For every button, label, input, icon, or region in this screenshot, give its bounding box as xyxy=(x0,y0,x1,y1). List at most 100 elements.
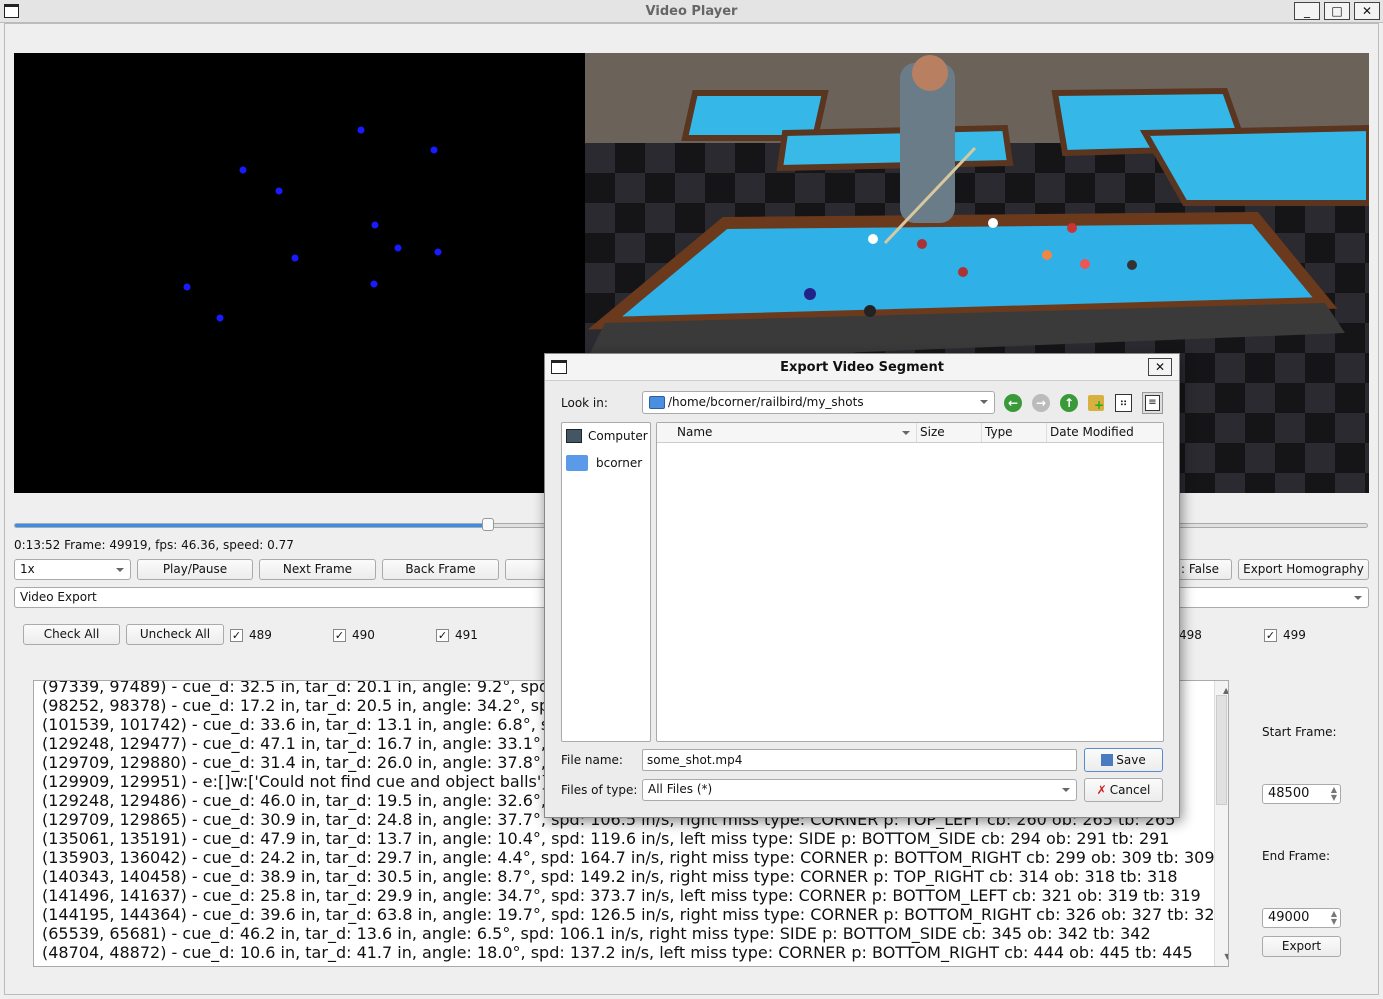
file-type-label: Files of type: xyxy=(561,783,638,797)
ball-marker xyxy=(371,221,379,229)
mode-select-value: Video Export xyxy=(20,590,97,604)
end-frame-label: End Frame: xyxy=(1262,849,1331,863)
log-line[interactable]: (65539, 65681) - cue_d: 46.2 in, tar_d: … xyxy=(38,924,1228,943)
start-frame-spinbox[interactable]: 48500 ▲ ▼ xyxy=(1262,784,1341,804)
detail-view-button[interactable]: ≡ xyxy=(1142,392,1163,414)
ball-marker xyxy=(394,244,402,252)
start-frame-value: 48500 xyxy=(1268,786,1310,801)
spin-arrows-icon[interactable]: ▲ ▼ xyxy=(1331,786,1337,802)
dialog-title: Export Video Segment xyxy=(780,360,944,375)
file-list[interactable]: Name Size Type Date Modified xyxy=(656,422,1164,742)
checkbox-label: 489 xyxy=(249,628,272,642)
ball-position-map xyxy=(14,53,585,493)
check-icon: ✓ xyxy=(333,628,346,642)
seek-slider-handle[interactable] xyxy=(481,518,494,531)
check-all-button[interactable]: Check All xyxy=(23,624,120,645)
checkbox-label: 491 xyxy=(455,628,478,642)
export-button[interactable]: Export xyxy=(1262,936,1341,957)
ball-marker xyxy=(370,280,378,288)
title-bar: Video Player _ □ ✕ xyxy=(0,0,1383,23)
sidebar-item-bcorner[interactable]: bcorner xyxy=(566,455,642,471)
log-line[interactable]: (144195, 144364) - cue_d: 39.6 in, tar_d… xyxy=(38,905,1228,924)
window-title: Video Player xyxy=(645,4,738,19)
file-type-select[interactable]: All Files (*) xyxy=(642,779,1077,801)
chevron-down-icon xyxy=(1062,788,1070,792)
column-date-modified[interactable]: Date Modified xyxy=(1047,423,1163,442)
file-name-input[interactable]: some_shot.mp4 xyxy=(642,749,1077,771)
scroll-down-icon[interactable]: ▼ xyxy=(1219,947,1228,966)
forward-arrow-icon[interactable]: → xyxy=(1032,394,1050,412)
scroll-thumb[interactable] xyxy=(1216,695,1227,805)
uncheck-all-button[interactable]: Uncheck All xyxy=(126,624,224,645)
ball-marker xyxy=(239,166,247,174)
check-icon: ✓ xyxy=(436,628,449,642)
ball-marker xyxy=(430,146,438,154)
checkbox-499[interactable]: ✓ 499 xyxy=(1264,627,1306,643)
ball-marker xyxy=(434,248,442,256)
check-icon: ✓ xyxy=(230,628,243,642)
checkbox-label: 490 xyxy=(352,628,375,642)
playback-status: 0:13:52 Frame: 49919, fps: 46.36, speed:… xyxy=(14,538,294,552)
chevron-down-icon xyxy=(980,400,988,404)
cancel-label: Cancel xyxy=(1109,783,1151,797)
dialog-close-button[interactable]: ✕ xyxy=(1148,358,1172,376)
look-in-label: Look in: xyxy=(561,396,608,410)
ball-marker xyxy=(291,254,299,262)
spin-arrows-icon[interactable]: ▲ ▼ xyxy=(1331,910,1337,926)
speed-select[interactable]: 1x xyxy=(14,559,131,580)
column-label: Name xyxy=(677,425,713,439)
column-size[interactable]: Size xyxy=(917,423,982,442)
export-video-segment-dialog: Export Video Segment ✕ Look in: /home/bc… xyxy=(544,353,1180,818)
column-name[interactable]: Name xyxy=(657,423,917,442)
check-icon: ✓ xyxy=(1264,628,1277,642)
ball-marker xyxy=(275,187,283,195)
cancel-x-icon: ✗ xyxy=(1096,783,1107,797)
checkbox-label: 498 xyxy=(1179,628,1202,642)
log-line[interactable]: (135903, 136042) - cue_d: 24.2 in, tar_d… xyxy=(38,848,1228,867)
log-scrollbar[interactable]: ▲ ▼ xyxy=(1214,681,1228,966)
folder-icon xyxy=(566,455,588,471)
new-folder-icon[interactable]: + xyxy=(1088,395,1104,412)
ball-marker xyxy=(216,314,224,322)
minimize-button[interactable]: _ xyxy=(1294,2,1320,20)
chevron-down-icon xyxy=(1354,596,1362,600)
close-button[interactable]: ✕ xyxy=(1354,2,1380,20)
floppy-disk-icon xyxy=(1101,754,1114,766)
back-frame-button[interactable]: Back Frame xyxy=(382,559,499,580)
log-line[interactable]: (140343, 140458) - cue_d: 38.9 in, tar_d… xyxy=(38,867,1228,886)
speed-select-value: 1x xyxy=(20,562,35,576)
look-in-path: /home/bcorner/railbird/my_shots xyxy=(668,395,864,409)
cancel-button[interactable]: ✗ Cancel xyxy=(1084,778,1163,802)
sidebar-label: bcorner xyxy=(596,456,643,470)
icon-view-icon[interactable]: ⠶ xyxy=(1115,394,1132,412)
file-type-value: All Files (*) xyxy=(648,782,713,796)
column-type[interactable]: Type xyxy=(982,423,1047,442)
folder-icon xyxy=(649,396,665,409)
checkbox-490[interactable]: ✓ 490 xyxy=(333,627,375,643)
parent-directory-icon[interactable]: ↑ xyxy=(1060,394,1078,412)
end-frame-spinbox[interactable]: 49000 ▲ ▼ xyxy=(1262,908,1341,928)
save-button[interactable]: Save xyxy=(1084,748,1163,772)
checkbox-489[interactable]: ✓ 489 xyxy=(230,627,272,643)
next-frame-button[interactable]: Next Frame xyxy=(259,559,376,580)
sort-arrow-icon xyxy=(902,431,910,435)
file-name-label: File name: xyxy=(561,753,623,767)
detail-view-icon: ≡ xyxy=(1145,395,1160,411)
play-pause-button[interactable]: Play/Pause xyxy=(137,559,253,580)
checkbox-491[interactable]: ✓ 491 xyxy=(436,627,478,643)
log-line[interactable]: (141496, 141637) - cue_d: 25.8 in, tar_d… xyxy=(38,886,1228,905)
end-frame-value: 49000 xyxy=(1268,910,1310,925)
dialog-title-bar: Export Video Segment ✕ xyxy=(545,354,1179,381)
look-in-select[interactable]: /home/bcorner/railbird/my_shots xyxy=(642,391,995,414)
log-line[interactable]: (135061, 135191) - cue_d: 47.9 in, tar_d… xyxy=(38,829,1228,848)
export-homography-button[interactable]: Export Homography xyxy=(1238,559,1369,580)
ball-marker xyxy=(183,283,191,291)
chevron-down-icon xyxy=(116,568,124,572)
start-frame-label: Start Frame: xyxy=(1262,725,1337,739)
sidebar-label: Computer xyxy=(588,429,648,443)
maximize-button[interactable]: □ xyxy=(1324,2,1350,20)
computer-icon xyxy=(566,429,582,443)
sidebar-item-computer[interactable]: Computer xyxy=(566,429,648,443)
back-arrow-icon[interactable]: ← xyxy=(1004,394,1022,412)
log-line[interactable]: (48704, 48872) - cue_d: 10.6 in, tar_d: … xyxy=(38,943,1228,962)
